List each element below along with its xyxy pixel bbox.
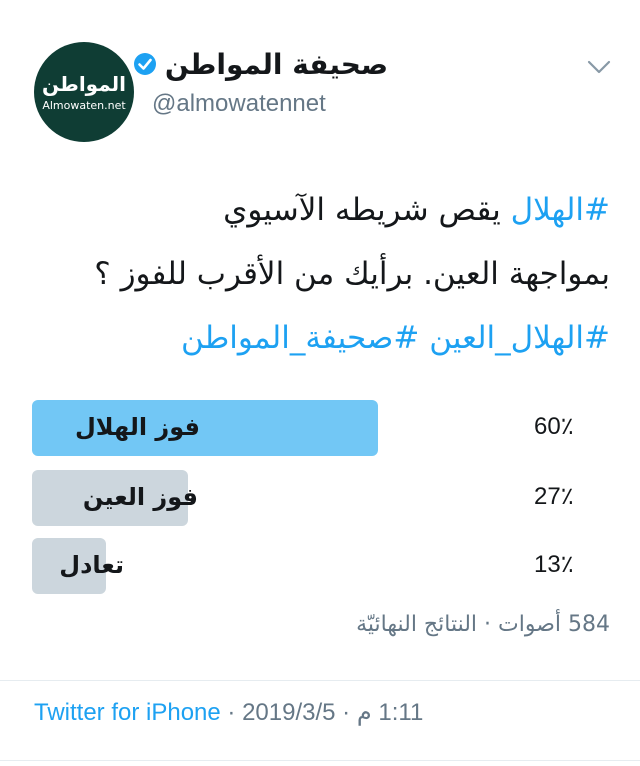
tweet-text: #الهلال يقص شريطه الآسيوي بمواجهة العين.… [50, 178, 610, 370]
poll-summary: 584 أصوات · النتائج النهائيّة [356, 612, 610, 637]
tweet-text-part: يقص شريطه الآسيوي [223, 192, 511, 228]
hashtag-link[interactable]: #الهلال [511, 192, 610, 228]
poll-option-percent: 27٪ [534, 483, 574, 510]
chevron-down-icon[interactable] [586, 56, 612, 78]
tweet-line-2: بمواجهة العين. برأيك من الأقرب للفوز ؟ [94, 256, 610, 292]
account-name-row[interactable]: صحيفة المواطن [133, 44, 388, 84]
avatar-logo-url: Almowaten.net [42, 98, 126, 112]
poll-option-2: فوز العين 27٪ [32, 470, 612, 526]
poll-option-label: تعادل [59, 551, 124, 579]
avatar[interactable]: المواطن Almowaten.net [34, 42, 134, 142]
verified-badge-icon [133, 53, 156, 75]
hashtag-link[interactable]: #الهلال_العين [429, 320, 610, 356]
tweet-line-3: #الهلال_العين #صحيفة_المواطن [50, 306, 610, 370]
poll-option-3: تعادل 13٪ [32, 538, 612, 594]
bottom-divider [0, 760, 640, 761]
avatar-logo-text: المواطن [41, 71, 126, 96]
poll-option-label: فوز العين [82, 483, 198, 511]
poll-option-1: فوز الهلال 60٪ [32, 400, 612, 456]
tweet-footer: Twitter for iPhone · 2019/3/5 · 1:11 م [34, 698, 423, 727]
poll-option-label: فوز الهلال [74, 413, 200, 441]
divider [0, 680, 640, 681]
hashtag-link[interactable]: #صحيفة_المواطن [181, 320, 419, 356]
poll-option-percent: 13٪ [534, 551, 574, 578]
display-name[interactable]: صحيفة المواطن [165, 48, 388, 81]
source-link[interactable]: Twitter for iPhone [34, 699, 221, 726]
poll-option-percent: 60٪ [534, 413, 574, 440]
account-handle[interactable]: @almowatennet [152, 90, 326, 118]
footer-separator: · [220, 699, 243, 726]
footer-separator: · [335, 699, 357, 726]
tweet-date[interactable]: 2019/3/5 [242, 699, 335, 726]
tweet-time[interactable]: 1:11 م [357, 699, 423, 726]
tweet-line-1: #الهلال يقص شريطه الآسيوي [50, 178, 610, 242]
